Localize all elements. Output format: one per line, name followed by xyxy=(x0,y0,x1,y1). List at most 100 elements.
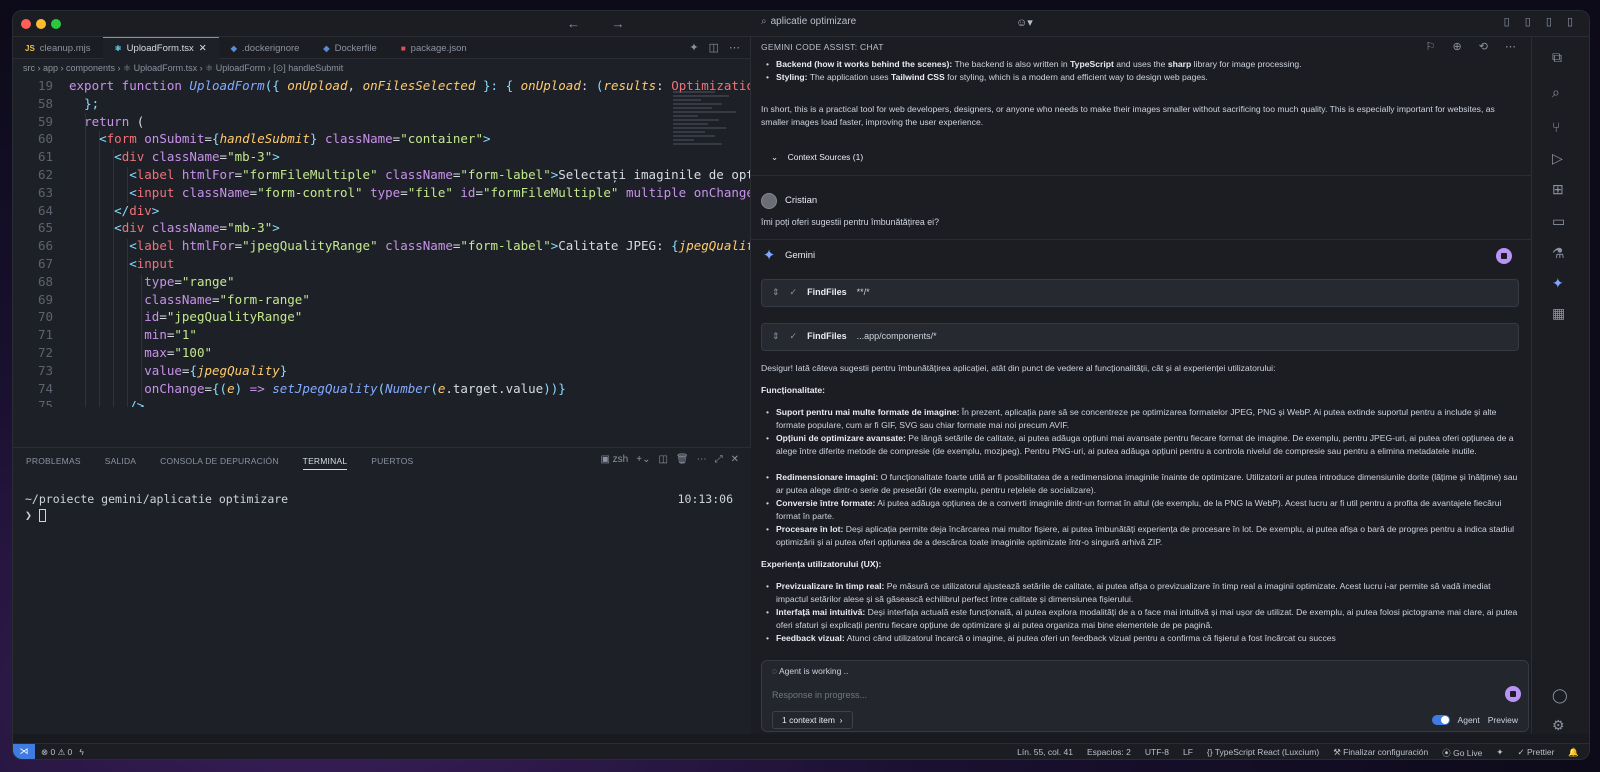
cursor-position[interactable]: Lín. 55, col. 41 xyxy=(1017,747,1073,759)
react-file-icon: ⚛ xyxy=(114,44,122,53)
code-line: min="1" xyxy=(144,327,197,343)
line-number: 59 xyxy=(37,113,53,129)
context-item-chip[interactable]: 1 context item › xyxy=(772,711,853,729)
maximize-window-button[interactable] xyxy=(51,19,61,29)
line-number: 68 xyxy=(37,273,53,289)
command-search[interactable]: ⌕ aplicatie optimizare xyxy=(761,16,987,32)
npm-file-icon: ■ xyxy=(400,43,406,53)
code-view[interactable]: 19 export function UploadForm({ onUpload… xyxy=(13,77,750,407)
code-line: <div className="mb-3"> xyxy=(114,149,280,165)
code-line: id="jpegQualityRange" xyxy=(144,309,303,325)
code-line: return ( xyxy=(84,113,145,129)
check-icon: ✓ xyxy=(789,331,798,342)
tool-call-findfiles[interactable]: ⇕ ✓ FindFiles **/* xyxy=(761,279,1519,307)
terminal-output[interactable]: ~/proiecte gemini/aplicatie optimizare ❯… xyxy=(13,478,751,536)
stop-button[interactable] xyxy=(1505,686,1521,702)
language-mode[interactable]: {} TypeScript React (Luxcium) xyxy=(1207,747,1319,759)
close-panel-icon[interactable]: ✕ xyxy=(731,454,739,465)
summary-paragraph: In short, this is a practical tool for w… xyxy=(761,104,1495,128)
tab-salida[interactable]: SALIDA xyxy=(105,456,136,470)
source-control-icon[interactable]: ⑂ xyxy=(1552,119,1560,135)
context-sources-toggle[interactable]: ⌄ Context Sources (1) xyxy=(771,151,1531,164)
encoding[interactable]: UTF-8 xyxy=(1145,747,1169,759)
split-terminal-icon[interactable]: ◫ xyxy=(658,454,667,465)
agent-toggle[interactable] xyxy=(1431,715,1450,725)
editor-tabs: JS cleanup.mjs ⚛ UploadForm.tsx ✕ ◆ .dockeri… xyxy=(13,37,750,59)
setup-icon: ⚒ xyxy=(1333,747,1344,757)
prompt-input[interactable]: Response in progress... xyxy=(772,690,867,700)
user-name: Cristian xyxy=(785,195,818,207)
section-heading: Funcționalitate: xyxy=(761,385,825,395)
run-debug-icon[interactable]: ▷ xyxy=(1552,150,1563,167)
prettier-status[interactable]: ✓ Prettier xyxy=(1518,747,1555,759)
finish-setup[interactable]: ⚒ Finalizar configuración xyxy=(1333,747,1428,759)
remote-explorer-icon[interactable]: ▭ xyxy=(1552,213,1565,230)
code-line: onChange={(e) => setJpegQuality(Number(e… xyxy=(144,380,566,396)
tab-terminal[interactable]: TERMINAL xyxy=(302,456,348,470)
gemini-status-icon[interactable]: ✦ xyxy=(1496,747,1503,759)
tab-label: package.json xyxy=(410,42,467,54)
search-text: aplicatie optimizare xyxy=(770,16,857,27)
trash-icon[interactable]: 🗑 xyxy=(676,454,689,465)
breadcrumb[interactable]: src › app › components › ⚛ UploadForm.ts… xyxy=(13,59,750,77)
tab-cleanup[interactable]: JS cleanup.mjs xyxy=(13,37,103,59)
line-number: 58 xyxy=(37,95,53,111)
copilot-icon[interactable]: ☺▾ xyxy=(1016,16,1033,29)
assistant-name: Gemini xyxy=(785,250,816,262)
tab-package-json[interactable]: ■ package.json xyxy=(389,37,479,59)
tool-call-findfiles[interactable]: ⇕ ✓ FindFiles ...app/components/* xyxy=(761,323,1519,351)
minimize-window-button[interactable] xyxy=(36,19,46,29)
remote-icon[interactable]: ⋊ xyxy=(13,744,35,759)
line-number: 19 xyxy=(37,78,53,93)
close-window-button[interactable] xyxy=(21,19,31,29)
go-live[interactable]: ⦿ Go Live xyxy=(1442,747,1482,759)
avatar xyxy=(761,193,777,209)
terminal-prompt: ❯ xyxy=(25,508,32,522)
gemini-icon[interactable]: ✦ xyxy=(1552,275,1564,292)
intro-paragraph: Desigur! Iată câteva sugestii pentru îmb… xyxy=(761,363,1276,373)
terminal-shell-selector[interactable]: ▣ zsh xyxy=(600,454,628,465)
extensions-icon[interactable]: ⊞ xyxy=(1552,181,1564,198)
search-icon[interactable]: ⌕ xyxy=(1552,84,1560,101)
stop-response-button[interactable] xyxy=(1496,248,1512,264)
branch-icon: ϟ xyxy=(79,747,84,757)
agent-label: Agent xyxy=(1457,715,1480,725)
tab-dockerignore[interactable]: ◆ .dockerignore xyxy=(219,37,312,59)
indentation[interactable]: Espacios: 2 xyxy=(1087,747,1131,759)
tab-consola[interactable]: CONSOLA DE DEPURACIÓN xyxy=(160,456,279,470)
maximize-panel-icon[interactable]: ⤢ xyxy=(715,454,723,465)
minimap[interactable] xyxy=(673,89,743,179)
expand-icon: ⇕ xyxy=(772,287,780,298)
list-item: Styling: The application uses Tailwind C… xyxy=(766,71,1521,84)
nav-arrows-icon[interactable]: ← → xyxy=(567,16,639,31)
more-icon[interactable]: ⋯ xyxy=(697,454,707,465)
split-editor-icon[interactable]: ◫ xyxy=(709,41,719,54)
tab-uploadform[interactable]: ⚛ UploadForm.tsx ✕ xyxy=(102,37,219,59)
sparkle-icon[interactable]: ✦ xyxy=(689,41,698,54)
docker-icon[interactable]: ▦ xyxy=(1552,305,1565,322)
user-message: îmi poți oferi sugestii pentru îmbunătăț… xyxy=(761,217,939,227)
expand-icon: ⇕ xyxy=(772,331,780,342)
files-icon[interactable]: ⧉ xyxy=(1552,49,1562,66)
add-terminal-icon[interactable]: +⌄ xyxy=(636,454,650,465)
status-bar: ⋊ ⊗ 0 ⚠ 0 ϟ Lín. 55, col. 41 Espacios: 2… xyxy=(13,743,1589,759)
tab-puertos[interactable]: PUERTOS xyxy=(371,456,413,470)
line-ending[interactable]: LF xyxy=(1183,747,1193,759)
chat-messages[interactable]: Backend (how it works behind the scenes)… xyxy=(751,57,1531,657)
tab-problemas[interactable]: PROBLEMAS xyxy=(26,456,81,470)
tab-dockerfile[interactable]: ◆ Dockerfile xyxy=(311,37,388,59)
more-icon[interactable]: ⋯ xyxy=(729,41,740,54)
notifications-icon[interactable]: 🔔 xyxy=(1568,747,1579,759)
code-line: <input xyxy=(129,256,175,271)
account-icon[interactable]: ◯ xyxy=(1552,687,1568,704)
preview-label: Preview xyxy=(1487,715,1518,725)
line-number: 62 xyxy=(37,167,53,182)
close-tab-icon[interactable]: ✕ xyxy=(199,43,207,54)
gear-icon[interactable]: ⚙ xyxy=(1552,717,1565,734)
problems-status[interactable]: ⊗ 0 ⚠ 0 ϟ xyxy=(41,747,84,758)
layout-icons[interactable]: ▯ ▯ ▯ ▯ xyxy=(1504,15,1579,28)
testing-icon[interactable]: ⚗ xyxy=(1552,245,1565,262)
line-number: 69 xyxy=(37,291,53,307)
line-number: 63 xyxy=(37,184,53,200)
chat-header-icons[interactable]: ⚐ ⊕ ⟲ ⋯ xyxy=(1426,40,1523,53)
